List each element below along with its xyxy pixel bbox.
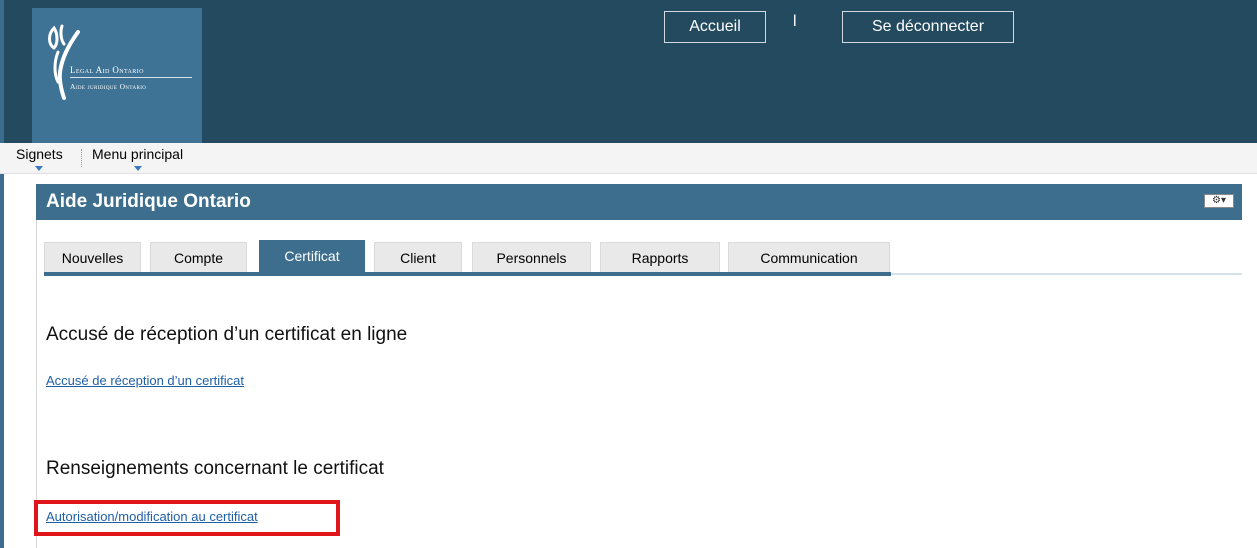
menu-main-menu[interactable]: Menu principal [92, 146, 184, 171]
acknowledgement-link[interactable]: Accusé de réception d’un certificat [46, 373, 244, 388]
tab-underline [44, 272, 891, 276]
legal-aid-logo[interactable]: Legal Aid Ontario Aide juridique Ontario [32, 8, 202, 143]
menu-signets[interactable]: Signets [16, 146, 63, 171]
menu-divider [81, 149, 83, 167]
portlet-options-button[interactable]: ⚙▾ [1204, 194, 1234, 208]
authorization-modification-link[interactable]: Autorisation/modification au certificat [46, 509, 258, 524]
caret-down-icon [133, 166, 142, 171]
logo-text-english: Legal Aid Ontario [70, 65, 144, 75]
user-name: l [793, 13, 797, 30]
tab-underline-extension [891, 273, 1242, 275]
caret-down-icon [35, 166, 44, 171]
home-button[interactable]: Accueil [664, 11, 766, 43]
tab-personnels[interactable]: Personnels [472, 242, 591, 272]
page-left-edge [0, 0, 4, 548]
menu-main-label: Menu principal [92, 146, 184, 162]
menu-signets-label: Signets [16, 146, 63, 162]
logout-button[interactable]: Se déconnecter [842, 11, 1014, 43]
gear-icon: ⚙▾ [1212, 195, 1226, 206]
portlet-title-bar: Aide Juridique Ontario ⚙▾ [36, 184, 1242, 220]
menu-bar: Signets Menu principal [0, 143, 1257, 174]
tab-communication[interactable]: Communication [728, 242, 890, 272]
logo-text-french: Aide juridique Ontario [70, 82, 147, 91]
tab-nouvelles[interactable]: Nouvelles [44, 242, 141, 272]
portlet-border [36, 220, 37, 548]
logo-divider [70, 77, 192, 78]
portlet-title: Aide Juridique Ontario [46, 191, 251, 212]
tab-client[interactable]: Client [374, 242, 462, 272]
tab-compte[interactable]: Compte [150, 242, 247, 272]
tab-certificat[interactable]: Certificat [259, 240, 365, 272]
section-title-certificate-info: Renseignements concernant le certificat [46, 458, 384, 479]
section-title-acknowledgement: Accusé de réception d’un certificat en l… [46, 324, 408, 345]
tab-rapports[interactable]: Rapports [600, 242, 720, 272]
